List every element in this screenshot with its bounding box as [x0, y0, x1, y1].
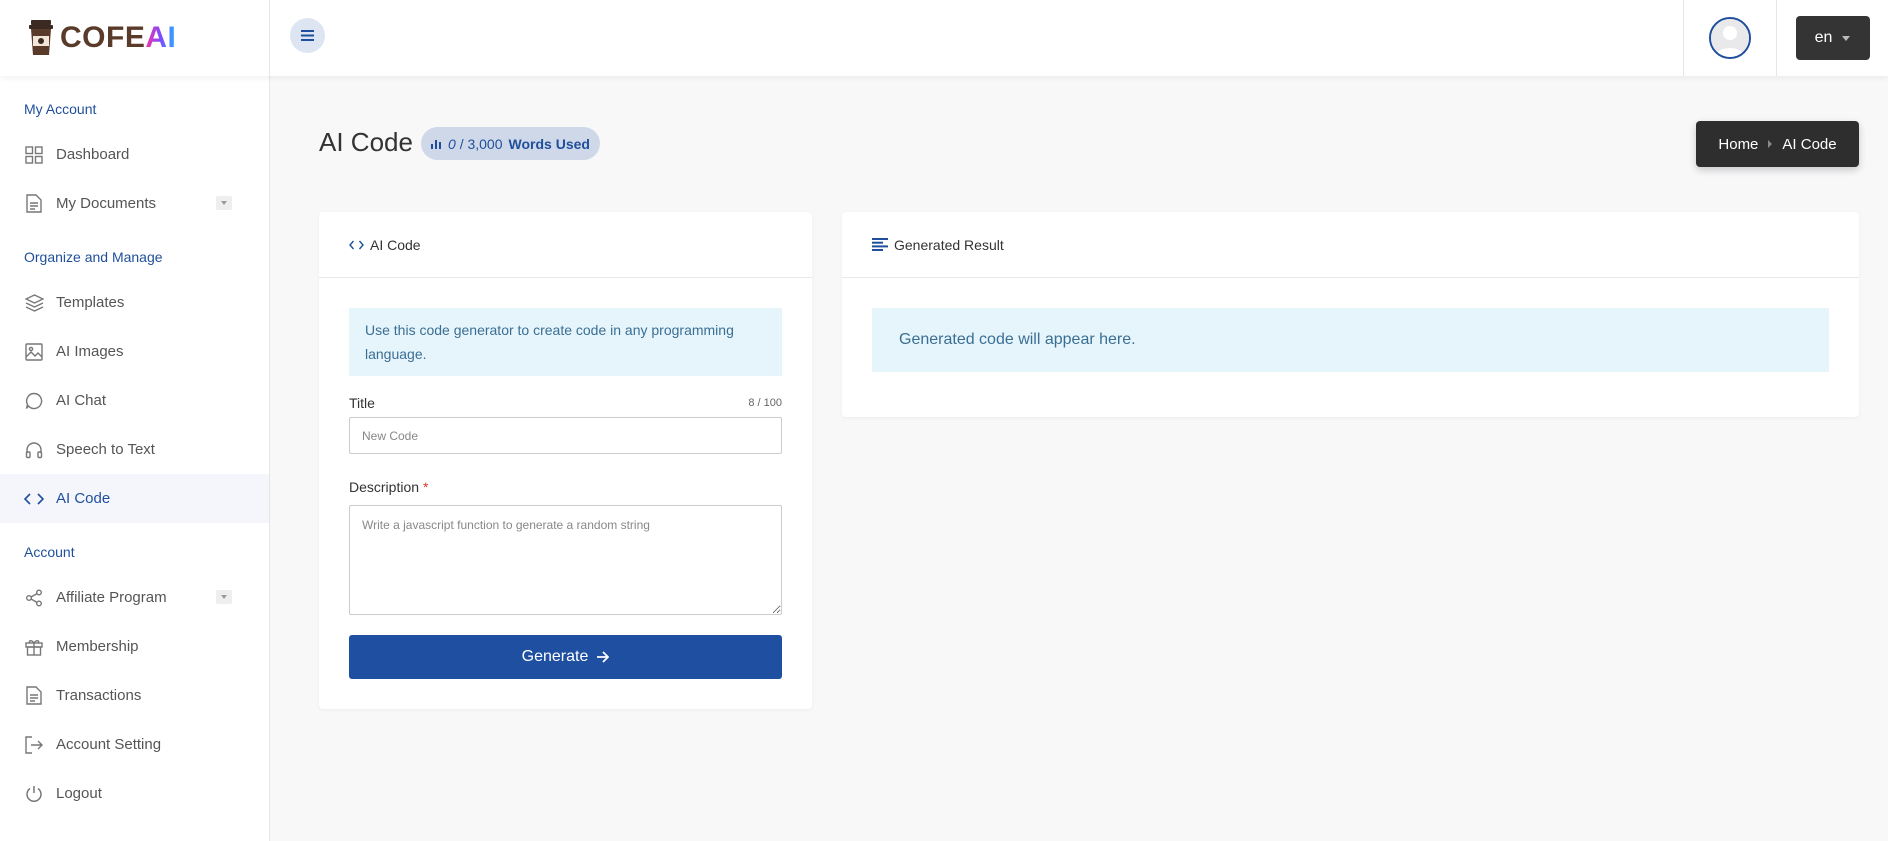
headphones-icon	[24, 440, 44, 460]
sidebar-item-ai-chat[interactable]: AI Chat	[0, 376, 269, 425]
sidebar-item-templates[interactable]: Templates	[0, 278, 269, 327]
generate-button[interactable]: Generate	[349, 635, 782, 679]
chevron-down-icon	[1842, 35, 1851, 41]
info-message: Use this code generator to create code i…	[349, 308, 782, 376]
sidebar-item-ai-code[interactable]: AI Code	[0, 474, 269, 523]
logout-arrow-icon	[24, 735, 44, 755]
language-label: en	[1814, 29, 1833, 46]
user-avatar-icon	[1711, 19, 1749, 57]
image-icon	[24, 342, 44, 362]
title-char-counter: 8 / 100	[748, 397, 782, 409]
sidebar-section-account: Account	[24, 544, 75, 560]
gift-icon	[24, 637, 44, 657]
sidebar-item-label: Membership	[56, 638, 139, 655]
sidebar-item-label: AI Code	[56, 490, 111, 507]
ai-code-form-card: AI Code Use this code generator to creat…	[319, 212, 812, 709]
sidebar-item-logout[interactable]: Logout	[0, 769, 269, 818]
sidebar-item-dashboard[interactable]: Dashboard	[0, 130, 269, 179]
coffee-cup-icon	[29, 20, 53, 55]
card-title: AI Code	[370, 236, 421, 253]
generated-result-card: Generated Result Generated code will app…	[842, 212, 1859, 417]
sidebar-item-label: AI Chat	[56, 392, 107, 409]
sidebar-item-label: Speech to Text	[56, 441, 155, 458]
sidebar-item-ai-images[interactable]: AI Images	[0, 327, 269, 376]
chat-icon	[24, 391, 44, 411]
sidebar-item-label: Account Setting	[56, 736, 162, 753]
sidebar: My Account Dashboard My Documents Organi…	[0, 76, 270, 841]
sidebar-section-my-account: My Account	[24, 101, 97, 117]
language-selector-button[interactable]: en	[1795, 16, 1870, 60]
code-icon	[24, 489, 44, 509]
menu-toggle-button[interactable]	[290, 18, 325, 53]
breadcrumb-home[interactable]: Home	[1718, 136, 1758, 153]
sidebar-item-label: Affiliate Program	[56, 589, 167, 606]
document-icon	[24, 194, 44, 214]
words-used-label: Words Used	[508, 135, 590, 152]
chevron-down-icon	[221, 595, 227, 599]
chevron-right-icon	[1768, 140, 1773, 148]
sidebar-section-organize: Organize and Manage	[24, 249, 163, 265]
sidebar-item-membership[interactable]: Membership	[0, 622, 269, 671]
title-input[interactable]	[349, 417, 782, 454]
user-menu[interactable]	[1683, 0, 1777, 76]
sidebar-item-transactions[interactable]: Transactions	[0, 671, 269, 720]
topbar-right: en	[1683, 0, 1888, 76]
avatar[interactable]	[1709, 17, 1751, 59]
generate-label: Generate	[521, 648, 589, 665]
title-label: Title	[349, 395, 375, 411]
dropdown-toggle[interactable]	[216, 590, 232, 604]
breadcrumb: Home AI Code	[1696, 121, 1859, 167]
topbar: COFEAI en	[0, 0, 1888, 76]
dropdown-toggle[interactable]	[216, 196, 232, 210]
sidebar-item-label: Logout	[56, 785, 102, 802]
code-icon	[349, 240, 364, 249]
sidebar-item-account-setting[interactable]: Account Setting	[0, 720, 269, 769]
layers-icon	[24, 293, 44, 313]
page-title: AI Code	[319, 127, 413, 157]
arrow-right-icon	[597, 651, 610, 663]
brand-logo[interactable]: COFEAI	[0, 0, 270, 76]
align-left-icon	[872, 238, 888, 251]
sidebar-item-affiliate-program[interactable]: Affiliate Program	[0, 573, 269, 622]
chevron-down-icon	[221, 201, 227, 205]
sidebar-item-label: Templates	[56, 294, 125, 311]
words-used-badge: 0 / 3,000 Words Used	[421, 127, 600, 160]
language-selector-wrap: en	[1777, 0, 1888, 76]
bar-chart-icon	[431, 140, 441, 149]
words-used-count: 0 / 3,000	[448, 135, 503, 152]
hamburger-icon	[301, 30, 314, 41]
description-label: Description *	[349, 479, 429, 495]
description-textarea[interactable]	[349, 505, 782, 615]
sidebar-item-my-documents[interactable]: My Documents	[0, 179, 269, 228]
result-placeholder: Generated code will appear here.	[872, 308, 1829, 372]
sidebar-item-speech-to-text[interactable]: Speech to Text	[0, 425, 269, 474]
grid-icon	[24, 145, 44, 165]
sidebar-item-label: AI Images	[56, 343, 124, 360]
card-header: Generated Result	[842, 212, 1859, 278]
sidebar-item-label: Transactions	[56, 687, 142, 704]
breadcrumb-current: AI Code	[1782, 135, 1837, 153]
sidebar-item-label: My Documents	[56, 195, 157, 212]
sidebar-item-label: Dashboard	[56, 146, 130, 163]
required-marker: *	[423, 479, 429, 495]
brand-name: COFEAI	[60, 21, 177, 54]
power-icon	[24, 784, 44, 804]
share-icon	[24, 588, 44, 608]
card-header: AI Code	[319, 212, 812, 278]
card-title: Generated Result	[894, 236, 1004, 253]
document-icon	[24, 686, 44, 706]
